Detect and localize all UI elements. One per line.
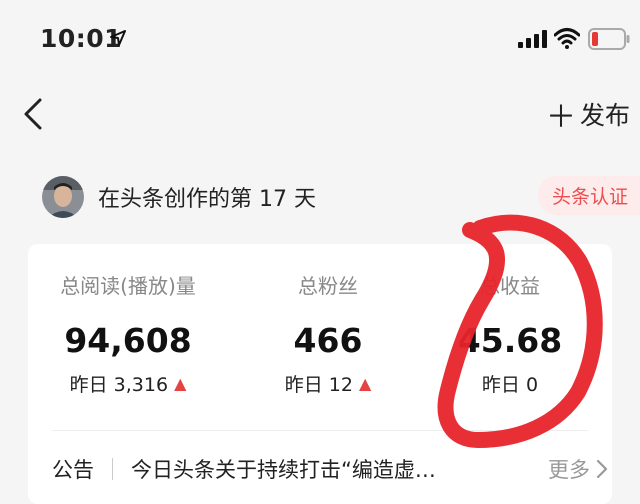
- plus-icon: ＋: [545, 100, 576, 135]
- stat-yesterday: 昨日 3,316 ▲: [38, 370, 218, 397]
- stat-yesterday-text: 昨日 12: [284, 374, 353, 396]
- notice-text[interactable]: 今日头条关于持续打击“编造虚…: [131, 454, 491, 484]
- back-button[interactable]: [20, 94, 50, 134]
- stat-value: 466: [293, 321, 363, 360]
- location-arrow-icon: [110, 30, 126, 46]
- stat-yesterday: 昨日 0: [420, 370, 600, 397]
- divider: [52, 430, 588, 431]
- stat-total-earnings[interactable]: 总收益 45.68 昨日 0: [420, 270, 600, 397]
- nav-bar: ＋ 发布: [0, 84, 640, 144]
- certification-badge[interactable]: 头条认证: [537, 176, 640, 215]
- trend-up-icon: ▲: [174, 374, 187, 393]
- stat-label: 总阅读(播放)量: [60, 274, 196, 298]
- publish-button[interactable]: ＋ 发布: [545, 94, 630, 135]
- stat-label: 总收益: [480, 274, 540, 298]
- avatar[interactable]: [42, 176, 84, 218]
- battery-low-icon: [588, 28, 630, 50]
- stat-total-reads[interactable]: 总阅读(播放)量 94,608 昨日 3,316 ▲: [38, 270, 218, 397]
- stat-label: 总粉丝: [298, 274, 358, 298]
- stat-total-fans[interactable]: 总粉丝 466 昨日 12 ▲: [238, 270, 418, 397]
- notice-label: 公告: [52, 458, 94, 482]
- notice-separator: [112, 458, 113, 480]
- creator-days-text: 在头条创作的第 17 天: [98, 187, 316, 212]
- publish-label: 发布: [579, 101, 630, 130]
- status-bar: 10:01: [0, 0, 640, 80]
- stats-card: 总阅读(播放)量 94,608 昨日 3,316 ▲ 总粉丝 466 昨日 12…: [28, 244, 612, 504]
- wifi-icon: [554, 28, 580, 49]
- notice-more-label: 更多: [548, 458, 590, 482]
- stat-value: 45.68: [457, 321, 563, 360]
- stat-value: 94,608: [64, 321, 192, 360]
- stat-yesterday-text: 昨日 3,316: [69, 374, 169, 396]
- trend-up-icon: ▲: [358, 374, 372, 393]
- profile-row: 在头条创作的第 17 天 头条认证: [0, 170, 640, 222]
- chevron-right-icon: [596, 459, 608, 479]
- stat-yesterday: 昨日 12 ▲: [238, 370, 418, 397]
- notice-row[interactable]: 公告 今日头条关于持续打击“编造虚… 更多: [52, 454, 612, 484]
- notice-more-link[interactable]: 更多: [548, 454, 608, 484]
- stat-yesterday-text: 昨日 0: [481, 374, 539, 396]
- signal-icon: [518, 30, 547, 48]
